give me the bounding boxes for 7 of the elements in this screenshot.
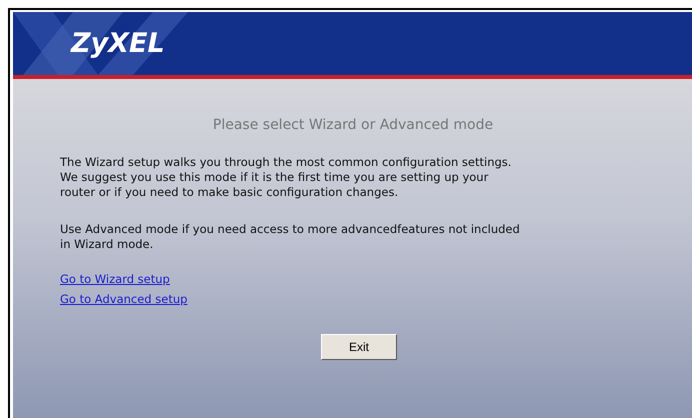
description-text: The Wizard setup walks you through the most common configuration settings. We suggest you use this mode if it is the first time you are setting up your router or if you need to make basic configuration changes. <box>60 155 512 200</box>
description-text: Use Advanced mode if you need access to more advancedfeatures not included in Wizard mode. <box>60 222 521 252</box>
setup-link[interactable]: Go to Advanced setup <box>60 292 188 306</box>
page-heading: Please select Wizard or Advanced mode <box>212 117 494 133</box>
setup-link[interactable]: Go to Wizard setup <box>60 272 170 286</box>
exit-button[interactable]: Exit <box>321 334 397 360</box>
logo: ZyXEL <box>71 28 165 59</box>
